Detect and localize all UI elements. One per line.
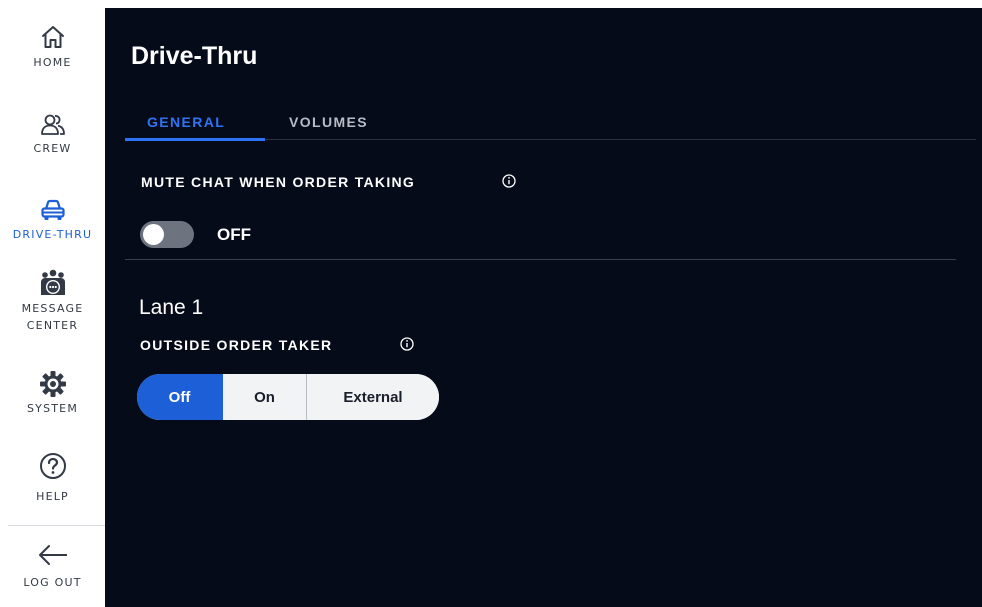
option-on-button[interactable]: On bbox=[223, 374, 307, 420]
option-off-button[interactable]: Off bbox=[137, 374, 223, 420]
nav-item-message-center[interactable]: MESSAGE CENTER bbox=[0, 268, 105, 334]
tab-bar: GENERAL VOLUMES bbox=[125, 106, 976, 141]
lane-title: Lane 1 bbox=[139, 296, 204, 319]
message-center-icon bbox=[40, 269, 65, 295]
nav-label-message-center: MESSAGE CENTER bbox=[21, 302, 84, 332]
nav-item-drive-thru[interactable]: DRIVE-THRU bbox=[0, 198, 105, 243]
nav-label-home: HOME bbox=[33, 56, 72, 69]
tab-volumes[interactable]: VOLUMES bbox=[289, 114, 368, 130]
main-panel: Drive-Thru GENERAL VOLUMES MUTE CHAT WHE… bbox=[105, 8, 982, 607]
nav-item-crew[interactable]: CREW bbox=[0, 112, 105, 157]
option-external-button[interactable]: External bbox=[307, 374, 439, 420]
section-divider bbox=[125, 259, 956, 260]
page-title: Drive-Thru bbox=[131, 42, 258, 70]
nav-label-drive-thru: DRIVE-THRU bbox=[12, 228, 93, 241]
mute-chat-state: OFF bbox=[217, 225, 251, 244]
help-icon bbox=[39, 453, 66, 479]
sidebar-divider bbox=[8, 525, 105, 526]
mute-chat-label: MUTE CHAT WHEN ORDER TAKING bbox=[141, 174, 416, 190]
outside-order-taker-selector: Off On External bbox=[137, 374, 439, 420]
mute-chat-toggle[interactable] bbox=[140, 221, 194, 248]
nav-label-log-out: LOG OUT bbox=[23, 576, 82, 589]
crew-icon bbox=[40, 114, 65, 135]
nav-item-help[interactable]: HELP bbox=[0, 452, 105, 505]
nav-label-crew: CREW bbox=[33, 142, 72, 155]
info-icon[interactable] bbox=[400, 337, 414, 351]
nav-item-home[interactable]: HOME bbox=[0, 24, 105, 71]
toggle-knob bbox=[143, 224, 164, 245]
tab-general[interactable]: GENERAL bbox=[147, 114, 225, 130]
nav-item-system[interactable]: SYSTEM bbox=[0, 370, 105, 417]
home-icon bbox=[41, 26, 64, 48]
active-tab-indicator bbox=[125, 138, 265, 141]
car-icon bbox=[40, 199, 65, 220]
nav-label-system: SYSTEM bbox=[26, 402, 79, 415]
gear-icon bbox=[39, 371, 66, 397]
nav-item-log-out[interactable]: LOG OUT bbox=[0, 544, 105, 591]
arrow-left-icon bbox=[38, 545, 67, 565]
outside-order-taker-label: OUTSIDE ORDER TAKER bbox=[140, 337, 333, 353]
sidebar: HOME CREW DRIVE-THRU MESSAGE CENTER SYST… bbox=[0, 0, 105, 607]
info-icon[interactable] bbox=[502, 174, 516, 188]
nav-label-help: HELP bbox=[36, 490, 69, 503]
